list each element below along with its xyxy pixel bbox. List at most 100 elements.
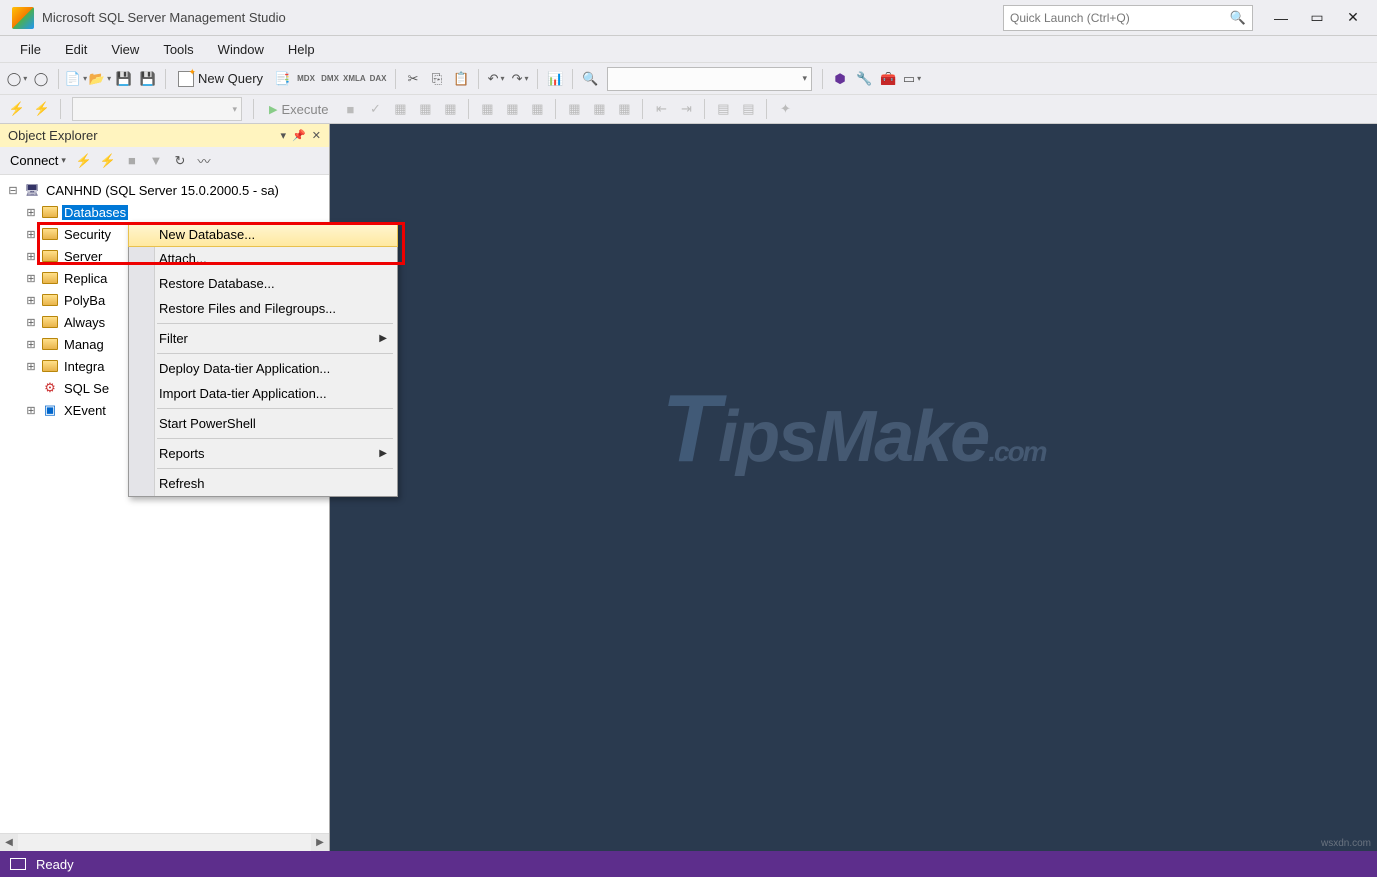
- expand-icon[interactable]: ⊞: [24, 206, 38, 219]
- db-selector[interactable]: [72, 97, 242, 121]
- xmla-icon[interactable]: XMLA: [343, 74, 365, 83]
- tree-node-databases[interactable]: ⊞ Databases: [0, 201, 329, 223]
- panel-dropdown-icon[interactable]: ▾: [281, 129, 287, 142]
- connect-button[interactable]: Connect: [6, 151, 70, 170]
- connect-oe-icon[interactable]: ⚡: [74, 151, 94, 171]
- menu-help[interactable]: Help: [276, 39, 327, 60]
- cm-attach[interactable]: Attach...: [129, 246, 397, 271]
- undo-button[interactable]: ↶: [485, 68, 507, 90]
- activity-oe-icon[interactable]: 〰: [194, 151, 214, 171]
- redo-button[interactable]: ↷: [509, 68, 531, 90]
- cm-restore-database[interactable]: Restore Database...: [129, 271, 397, 296]
- cm-filter[interactable]: Filter▶: [129, 326, 397, 351]
- menu-tools[interactable]: Tools: [151, 39, 205, 60]
- save-all-button[interactable]: 💾: [137, 68, 159, 90]
- menu-edit[interactable]: Edit: [53, 39, 99, 60]
- window-layout-icon[interactable]: ▭: [901, 68, 923, 90]
- save-button[interactable]: 💾: [113, 68, 135, 90]
- results-text-icon[interactable]: ▦: [501, 98, 523, 120]
- search-icon: 🔍: [1230, 10, 1246, 26]
- expand-icon[interactable]: ⊞: [24, 294, 38, 307]
- close-button[interactable]: [1335, 3, 1371, 33]
- wrench-icon[interactable]: 🔧: [853, 68, 875, 90]
- paste-button[interactable]: 📋: [450, 68, 472, 90]
- specify-icon[interactable]: ▤: [712, 98, 734, 120]
- expand-icon[interactable]: ⊞: [24, 404, 38, 417]
- database-combo[interactable]: [607, 67, 812, 91]
- expand-icon[interactable]: ⊞: [24, 228, 38, 241]
- cm-new-database[interactable]: New Database...: [128, 222, 398, 247]
- db-query-icon[interactable]: 📑: [271, 68, 293, 90]
- nav-forward-button[interactable]: ◯: [30, 68, 52, 90]
- stop-icon[interactable]: ■: [339, 98, 361, 120]
- menu-window[interactable]: Window: [206, 39, 276, 60]
- copy-button[interactable]: ⎘: [426, 68, 448, 90]
- expand-icon[interactable]: ⊞: [24, 316, 38, 329]
- specify2-icon[interactable]: ▤: [737, 98, 759, 120]
- dmx-icon[interactable]: DMX: [319, 74, 341, 83]
- nav-back-button[interactable]: ◯: [6, 68, 28, 90]
- minimize-button[interactable]: [1263, 3, 1299, 33]
- plan2-icon[interactable]: ▦: [414, 98, 436, 120]
- dax-icon[interactable]: DAX: [367, 74, 389, 83]
- refresh-oe-icon[interactable]: ↻: [170, 151, 190, 171]
- execute-button[interactable]: Execute: [261, 100, 336, 119]
- scroll-right-icon[interactable]: ▶: [311, 834, 329, 851]
- indent-icon[interactable]: ▦: [613, 98, 635, 120]
- results-file-icon[interactable]: ▦: [526, 98, 548, 120]
- folder-icon: [41, 336, 59, 352]
- open-button[interactable]: 📂: [89, 68, 111, 90]
- cm-restore-files[interactable]: Restore Files and Filegroups...: [129, 296, 397, 321]
- stats-icon[interactable]: ▦: [439, 98, 461, 120]
- plan-icon[interactable]: ▦: [389, 98, 411, 120]
- collapse-icon[interactable]: ⊟: [6, 184, 20, 197]
- change-conn-icon[interactable]: ⚡: [31, 98, 53, 120]
- agent-icon: ⚙: [41, 380, 59, 396]
- properties-button[interactable]: 📊: [544, 68, 566, 90]
- mdx-icon[interactable]: MDX: [295, 74, 317, 83]
- parse-icon[interactable]: ✓: [364, 98, 386, 120]
- expand-icon[interactable]: ⊞: [24, 250, 38, 263]
- expand-icon[interactable]: ⊞: [24, 338, 38, 351]
- expand-icon[interactable]: ⊞: [24, 360, 38, 373]
- more-icon[interactable]: [799, 98, 821, 120]
- maximize-button[interactable]: [1299, 3, 1335, 33]
- panel-pin-icon[interactable]: 📌: [292, 129, 306, 142]
- main-toolbar: ◯ ◯ 📄 📂 💾 💾 New Query 📑 MDX DMX XMLA DAX…: [0, 62, 1377, 94]
- cut-button[interactable]: ✂: [402, 68, 424, 90]
- cm-refresh[interactable]: Refresh: [129, 471, 397, 496]
- find-button[interactable]: 🔍: [579, 68, 601, 90]
- filter-oe-icon[interactable]: ▼: [146, 151, 166, 171]
- menu-file[interactable]: File: [8, 39, 53, 60]
- connect-icon[interactable]: ⚡: [6, 98, 28, 120]
- toolbox-icon[interactable]: 🧰: [877, 68, 899, 90]
- vs-icon[interactable]: ⬢: [829, 68, 851, 90]
- watermark: TTipsMakeipsMake.com: [661, 374, 1045, 484]
- cm-start-powershell[interactable]: Start PowerShell: [129, 411, 397, 436]
- results-grid-icon[interactable]: ▦: [476, 98, 498, 120]
- uncomment-icon[interactable]: ▦: [588, 98, 610, 120]
- tree-root[interactable]: ⊟ 🖥 CANHND (SQL Server 15.0.2000.5 - sa): [0, 179, 329, 201]
- submenu-arrow-icon: ▶: [379, 448, 387, 459]
- panel-title: Object Explorer ▾ 📌 ✕: [0, 124, 329, 147]
- new-item-button[interactable]: 📄: [65, 68, 87, 90]
- cm-reports[interactable]: Reports▶: [129, 441, 397, 466]
- indent-out-icon[interactable]: ⇥: [675, 98, 697, 120]
- menubar: File Edit View Tools Window Help: [0, 36, 1377, 62]
- statusbar: Ready: [0, 851, 1377, 877]
- quick-launch-input[interactable]: Quick Launch (Ctrl+Q) 🔍: [1003, 5, 1253, 31]
- submenu-arrow-icon: ▶: [379, 333, 387, 344]
- stop-oe-icon[interactable]: ■: [122, 151, 142, 171]
- new-query-button[interactable]: New Query: [172, 69, 269, 89]
- horizontal-scrollbar[interactable]: ◀ ▶: [0, 833, 329, 851]
- disconnect-oe-icon[interactable]: ⚡: [98, 151, 118, 171]
- menu-view[interactable]: View: [99, 39, 151, 60]
- panel-close-icon[interactable]: ✕: [312, 129, 321, 142]
- comment-icon[interactable]: ▦: [563, 98, 585, 120]
- options-icon[interactable]: ✦: [774, 98, 796, 120]
- cm-deploy-dacpac[interactable]: Deploy Data-tier Application...: [129, 356, 397, 381]
- indent-in-icon[interactable]: ⇤: [650, 98, 672, 120]
- cm-import-dacpac[interactable]: Import Data-tier Application...: [129, 381, 397, 406]
- scroll-left-icon[interactable]: ◀: [0, 834, 18, 851]
- expand-icon[interactable]: ⊞: [24, 272, 38, 285]
